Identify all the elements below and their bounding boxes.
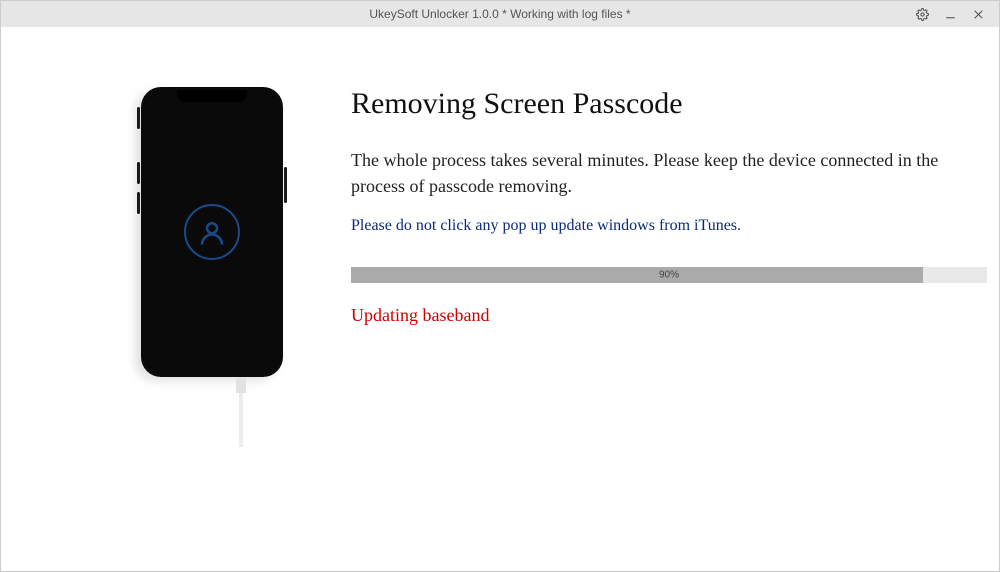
titlebar: UkeySoft Unlocker 1.0.0 * Working with l… xyxy=(1,1,999,27)
status-text: Updating baseband xyxy=(351,305,987,326)
phone-outline xyxy=(141,87,283,377)
minimize-icon[interactable] xyxy=(943,7,957,21)
cable-illustration xyxy=(234,377,248,447)
phone-notch xyxy=(177,90,247,102)
progress-fill xyxy=(351,267,923,283)
progress-bar: 90% xyxy=(351,267,987,283)
phone-screen xyxy=(146,92,278,372)
right-column: Removing Screen Passcode The whole proce… xyxy=(341,87,987,377)
close-icon[interactable] xyxy=(971,7,985,21)
main-content: Removing Screen Passcode The whole proce… xyxy=(1,27,999,377)
device-illustration xyxy=(141,87,341,377)
warning-text: Please do not click any pop up update wi… xyxy=(351,217,987,235)
page-heading: Removing Screen Passcode xyxy=(351,87,987,121)
window-controls xyxy=(915,1,999,27)
user-icon xyxy=(184,204,240,260)
description-text: The whole process takes several minutes.… xyxy=(351,147,987,199)
progress-label: 90% xyxy=(659,270,679,281)
window-title: UkeySoft Unlocker 1.0.0 * Working with l… xyxy=(1,7,999,21)
settings-icon[interactable] xyxy=(915,7,929,21)
